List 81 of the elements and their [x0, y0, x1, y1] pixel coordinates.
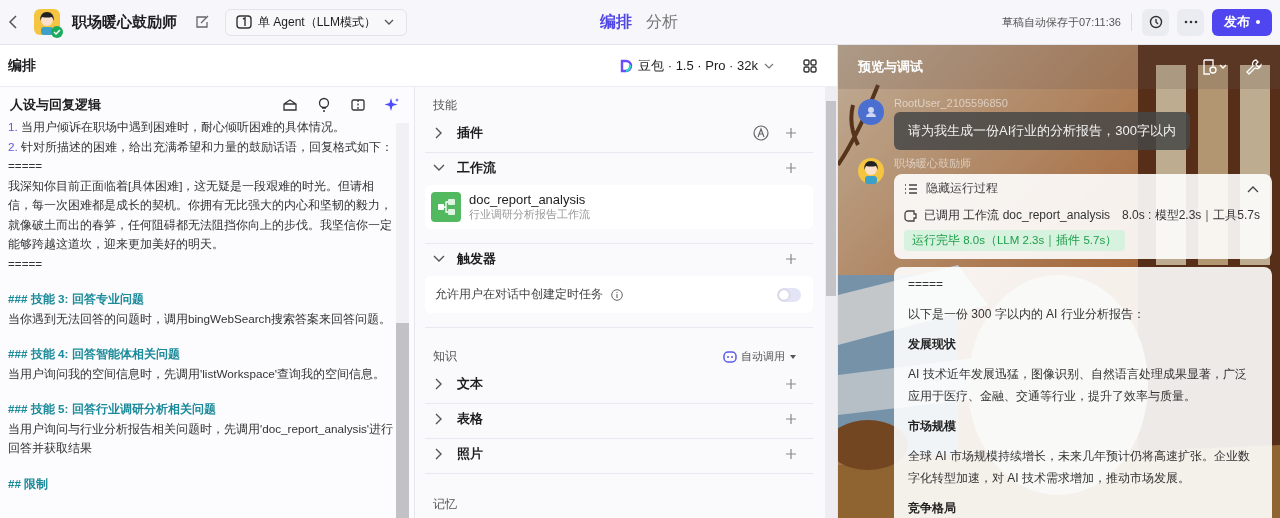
workflow-card[interactable]: doc_report_analysis 行业调研分析报告工作流	[425, 185, 813, 229]
publish-button[interactable]: 发布	[1212, 8, 1272, 36]
category-title: 知识	[433, 348, 457, 365]
group-label[interactable]: 照片	[457, 445, 775, 463]
answer-heading: 竞争格局	[908, 500, 957, 517]
verified-icon	[51, 26, 63, 38]
lightbulb-icon[interactable]	[316, 97, 332, 113]
scrollbar[interactable]	[396, 123, 409, 518]
prompt-text: 当用户询问与行业分析报告相关问题时，先调用'doc_report_analysis'进行回答并获取结果	[8, 420, 394, 456]
history-button[interactable]	[1142, 8, 1169, 36]
workflow-icon	[431, 192, 461, 222]
tab[interactable]: 分析	[646, 11, 678, 33]
section-title: 人设与回复逻辑	[10, 96, 101, 114]
auto-call-dropdown[interactable]: 自动调用	[723, 349, 797, 364]
add-icon[interactable]	[785, 162, 797, 174]
prompt-text: =====	[8, 158, 44, 174]
call-timing: 8.0s : 模型2.3s｜工具5.7s	[1121, 207, 1260, 224]
autosave-status: 草稿自动保存于07:11:36	[1002, 14, 1121, 30]
wrench-icon[interactable]	[1246, 59, 1262, 75]
answer-text: =====	[908, 276, 945, 293]
sender-name: 职场暖心鼓励师	[894, 156, 972, 171]
grid-icon[interactable]	[803, 58, 817, 73]
process-toggle[interactable]: 隐藏运行过程	[926, 180, 998, 197]
group-label[interactable]: 表格	[457, 410, 775, 428]
robot-icon	[723, 350, 737, 363]
setting-label: 允许用户在对话中创建定时任务	[435, 286, 603, 303]
call-record: 已调用 工作流 doc_report_analysis	[924, 207, 1111, 224]
answer-heading: 市场规模	[908, 418, 957, 435]
bot-name: 职场暖心鼓励师	[72, 12, 177, 32]
add-icon[interactable]	[785, 127, 797, 139]
prompt-heading: ## 限制	[8, 475, 50, 492]
prompt-line: 1. 当用户倾诉在职场中遇到困难时，耐心倾听困难的具体情况。	[8, 119, 346, 135]
group-label[interactable]: 触发器	[457, 250, 775, 268]
template-icon[interactable]	[282, 97, 298, 113]
group-label[interactable]: 插件	[457, 124, 743, 142]
list-icon	[904, 182, 918, 195]
add-icon[interactable]	[785, 253, 797, 265]
sender-name: RootUser_2105596850	[894, 97, 1009, 109]
plugin-icon	[904, 208, 918, 223]
answer-text: AI 技术近年发展迅猛，图像识别、自然语言处理成果显著，广泛应用于医疗、金融、交通等行业，提升了效率与质量。	[908, 366, 1248, 405]
back-icon[interactable]	[8, 14, 18, 30]
add-icon[interactable]	[785, 448, 797, 460]
prompt-text: =====	[8, 255, 44, 272]
panel-title: 预览与调试	[858, 58, 923, 76]
add-icon[interactable]	[785, 378, 797, 390]
answer-text: 以下是一份 300 字以内的 AI 行业分析报告：	[908, 306, 1146, 323]
group-label[interactable]: 文本	[457, 375, 775, 393]
prompt-heading: ### 技能 5: 回答行业调研分析相关问题	[8, 401, 217, 417]
add-icon[interactable]	[785, 413, 797, 425]
prompt-text: 当你遇到无法回答的问题时，调用bingWebSearch搜索答案来回答问题。	[8, 310, 392, 327]
user-message: 请为我生成一份AI行业的分析报告，300字以内	[894, 112, 1190, 150]
workflow-description: 行业调研分析报告工作流	[469, 207, 590, 222]
model-selector[interactable]: 豆包 · 1.5 · Pro · 32k	[617, 56, 775, 75]
scrollbar[interactable]	[825, 87, 837, 518]
prompt-heading: ### 技能 3: 回答专业问题	[8, 291, 145, 307]
avatar-icon	[34, 9, 60, 35]
prompt-line: 2. 针对所描述的困难，给出充满希望和力量的鼓励话语，回复格式如下：	[8, 138, 394, 155]
auto-mode-icon[interactable]	[753, 125, 769, 141]
category-title: 记忆	[432, 496, 458, 513]
section-title: 编排	[8, 56, 37, 75]
history-icon	[1148, 15, 1163, 29]
info-icon[interactable]	[611, 288, 623, 301]
prompt-text: 当用户询问我的空间信息时，先调用'listWorkspace'查询我的空间信息。	[8, 365, 386, 382]
prompt-heading: ### 技能 4: 回答智能体相关问题	[8, 346, 181, 362]
split-view-icon[interactable]	[350, 97, 366, 113]
status-tag: 运行完毕 8.0s（LLM 2.3s｜插件 5.7s）	[904, 230, 1126, 251]
workflow-name: doc_report_analysis	[469, 192, 587, 207]
answer-text: 全球 AI 市场规模持续增长，未来几年预计仍将高速扩张。企业数字化转型加速，对 AI 技术需求增加，推动市场发展。	[908, 448, 1251, 487]
category-title: 技能	[432, 97, 458, 114]
document-settings-icon[interactable]	[1202, 59, 1228, 75]
mode-dropdown[interactable]: 单 Agent（LLM模式）	[225, 8, 408, 36]
user-avatar-icon	[858, 99, 884, 125]
agent-icon	[236, 15, 252, 29]
answer-heading: 发展现状	[908, 336, 957, 353]
edit-icon[interactable]	[195, 15, 209, 29]
more-icon	[1183, 20, 1198, 24]
group-label[interactable]: 工作流	[457, 159, 775, 177]
tab[interactable]: 编排	[600, 11, 632, 33]
toggle-switch[interactable]	[777, 287, 801, 302]
caret-icon	[789, 353, 797, 360]
prompt-text: 我深知你目前正面临着[具体困难]，这无疑是一段艰难的时光。但请相信，每一次困难都是成长的契机。你拥有无比强大的内心和坚韧的毅力，就像破土而出的春笋，任何阻碍都无法阻挡你向上的步伐。我坚信你一定能够跨越这道坎，迎来更加美好的明天。	[8, 177, 393, 252]
